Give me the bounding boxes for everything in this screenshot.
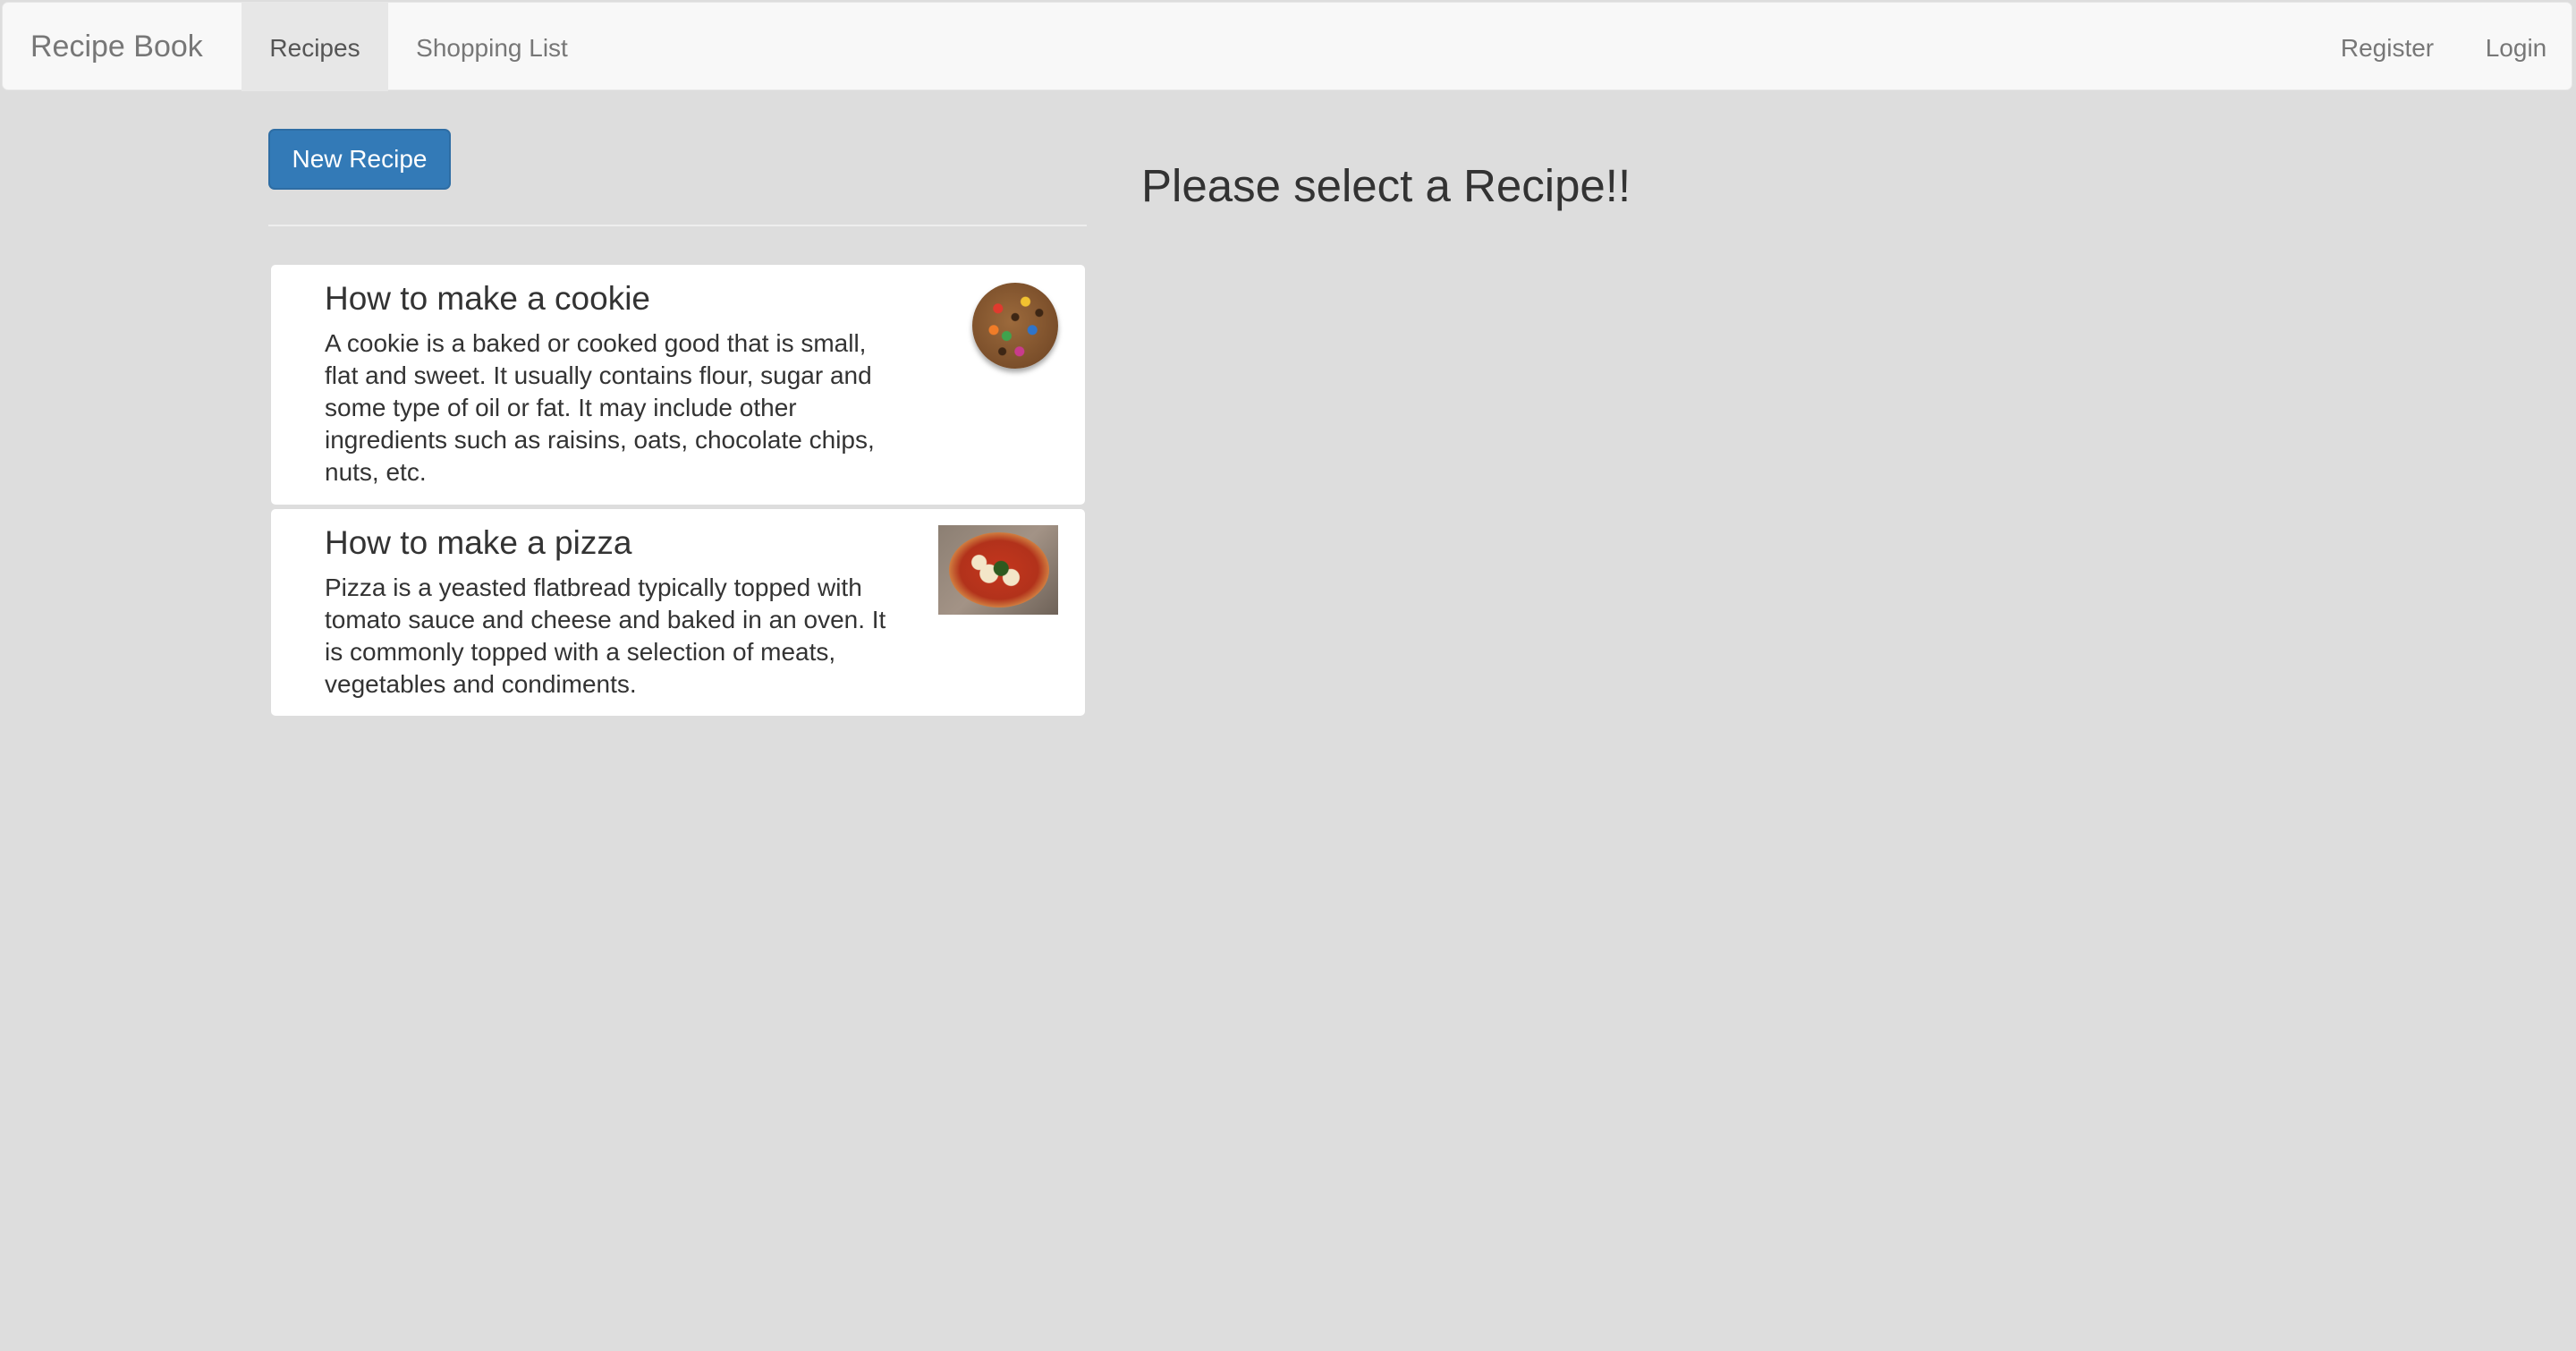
nav-item-shopping-list[interactable]: Shopping List <box>388 3 596 91</box>
navbar: Recipe Book Recipes Shopping List Regist… <box>2 2 2573 91</box>
pizza-image <box>938 525 1058 615</box>
nav-item-login[interactable]: Login <box>2459 3 2573 91</box>
select-recipe-message: Please select a Recipe!! <box>1141 160 1631 211</box>
nav-item-register[interactable]: Register <box>2316 3 2459 91</box>
recipe-item-cookie[interactable]: How to make a cookie A cookie is a baked… <box>269 263 1087 506</box>
new-recipe-button[interactable]: New Recipe <box>268 129 451 190</box>
recipe-description: Pizza is a yeasted flatbread typically t… <box>325 574 886 698</box>
recipe-title: How to make a pizza <box>325 524 632 561</box>
navbar-brand[interactable]: Recipe Book <box>30 3 203 91</box>
recipe-description: A cookie is a baked or cooked good that … <box>325 329 875 486</box>
pizza-pie <box>949 532 1049 608</box>
divider <box>268 225 1087 226</box>
recipe-item-pizza[interactable]: How to make a pizza Pizza is a yeasted f… <box>269 507 1087 718</box>
recipe-title: How to make a cookie <box>325 280 651 317</box>
cookie-image <box>972 283 1058 369</box>
nav-item-recipes[interactable]: Recipes <box>242 3 388 91</box>
